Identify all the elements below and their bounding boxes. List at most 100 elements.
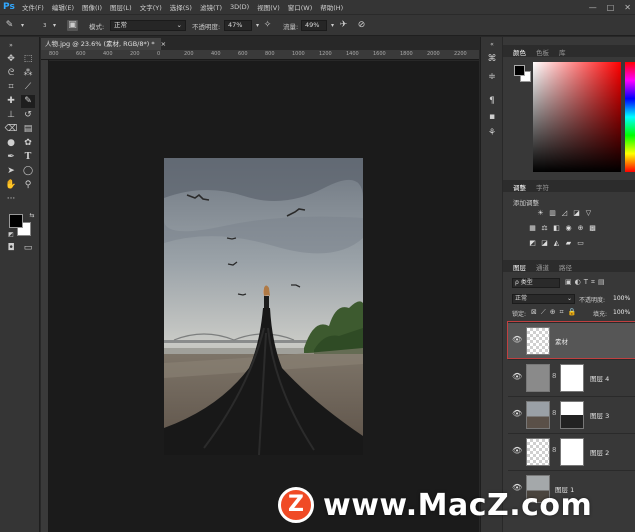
expand-panels-icon[interactable]: « [486,39,498,51]
dodge-tool-icon[interactable]: ✿ [21,137,35,150]
brush-panel-toggle-icon[interactable]: ▣ [67,20,78,31]
panel-foreground-swatch-front[interactable] [514,65,525,76]
layer-filter-icons[interactable]: ▣◐T⌗▤ [565,278,608,287]
maximize-button[interactable]: □ [607,3,615,12]
move-tool-icon[interactable]: ✥ [4,53,18,66]
menu-window[interactable]: 窗口(W) [284,2,317,12]
blend-mode-select[interactable]: 正常 ⌄ [512,294,575,304]
visibility-eye-icon[interactable]: 👁 [512,372,522,381]
color-lookup-icon[interactable]: ▩ [588,224,597,232]
opacity-field[interactable]: 47% [224,20,252,31]
levels-icon[interactable]: ▥ [548,209,557,217]
color-balance-icon[interactable]: ⚖ [540,224,549,232]
tab-channels[interactable]: 通道 [536,262,549,272]
layer-row[interactable]: 👁 8 图层 3 [508,396,635,432]
foreground-color-swatch-front[interactable] [9,214,23,228]
selective-color-icon[interactable]: ▰ [564,239,573,247]
properties-panel-icon[interactable]: ≑ [486,71,498,83]
minimize-button[interactable]: — [589,3,597,12]
gradient-tool-icon[interactable]: ▤ [21,123,35,136]
mode-select[interactable]: 正常 ⌄ [110,20,186,31]
menu-type[interactable]: 文字(Y) [136,2,166,12]
hue-saturation-icon[interactable]: ▦ [528,224,537,232]
fill-value[interactable]: 100% [613,309,630,316]
black-white-icon[interactable]: ◧ [552,224,561,232]
layer-filter-select[interactable]: ρ 类型 [512,278,560,288]
history-brush-tool-icon[interactable]: ↺ [21,109,35,122]
lasso-tool-icon[interactable]: ᘓ [4,67,18,80]
close-tab-icon[interactable]: × [161,40,166,48]
quick-selection-tool-icon[interactable]: ⁂ [21,67,35,80]
pen-tool-icon[interactable]: ✒ [4,151,18,164]
type-tool-icon[interactable]: T [21,151,35,164]
history-panel-icon[interactable]: ⌘ [486,53,498,65]
pressure-size-icon[interactable]: ⊘ [356,20,367,31]
brush-size-value[interactable]: 3 [43,23,47,29]
airbrush-icon[interactable]: ✈ [338,20,349,31]
eyedropper-tool-icon[interactable]: ⟋ [21,81,35,94]
brush-tool-icon[interactable]: ✎ [21,95,35,108]
blur-tool-icon[interactable]: ● [4,137,18,150]
vertical-ruler[interactable] [41,60,49,532]
lock-icons[interactable]: ⊠⟋⊕⌗🔒 [531,308,580,317]
menu-view[interactable]: 视图(V) [253,2,284,12]
visibility-eye-icon[interactable]: 👁 [512,335,522,344]
pressure-opacity-icon[interactable]: ✧ [262,20,273,31]
healing-brush-tool-icon[interactable]: ✚ [4,95,18,108]
visibility-eye-icon[interactable]: 👁 [512,409,522,418]
brush-tool-preset-icon[interactable]: ✎ [4,20,15,31]
menu-image[interactable]: 图像(I) [78,2,106,12]
visibility-eye-icon[interactable]: 👁 [512,446,522,455]
document-image[interactable] [164,158,363,455]
preset-dropdown-icon[interactable]: ▾ [17,20,28,31]
path-selection-tool-icon[interactable]: ➤ [4,165,18,178]
default-colors-icon[interactable]: ◩ [4,228,18,241]
ellipse-tool-icon[interactable]: ◯ [21,165,35,178]
invert-icon[interactable]: ◩ [528,239,537,247]
layer-row[interactable]: 👁 8 图层 2 [508,433,635,469]
paragraph-panel-icon[interactable]: ¶ [486,95,498,107]
tab-paths[interactable]: 路径 [559,262,572,272]
brush-size-dropdown-icon[interactable]: ▾ [49,20,60,31]
horizontal-ruler[interactable]: 800 600 400 200 0 200 400 600 800 1000 1… [41,50,479,60]
vibrance-icon[interactable]: ▽ [584,209,593,217]
tab-color[interactable]: 颜色 [513,47,526,57]
quick-mask-icon[interactable]: ◘ [4,242,18,255]
flow-field[interactable]: 49% [301,20,327,31]
tab-character[interactable]: 字符 [536,182,549,192]
more-tools-icon[interactable]: ··· [4,193,18,206]
curves-icon[interactable]: ◿ [560,209,569,217]
brush-presets-panel-icon[interactable]: ▪ [486,111,498,123]
posterize-icon[interactable]: ◪ [540,239,549,247]
zoom-tool-icon[interactable]: ⚲ [21,179,35,192]
layer-row[interactable]: 👁 8 图层 4 [508,359,635,395]
tab-layers[interactable]: 图层 [513,262,526,272]
menu-help[interactable]: 帮助(H) [316,2,347,12]
menu-layer[interactable]: 图层(L) [106,2,136,12]
brightness-contrast-icon[interactable]: ☀ [536,209,545,217]
layer-row[interactable]: 👁 素材 [507,321,635,359]
channel-mixer-icon[interactable]: ⊕ [576,224,585,232]
tab-swatches[interactable]: 色板 [536,47,549,57]
document-tab[interactable]: 人物.jpg @ 23.6% (素材, RGB/8*) * × [41,38,166,50]
tab-libraries[interactable]: 库 [559,47,566,57]
exposure-icon[interactable]: ◪ [572,209,581,217]
tab-adjustments[interactable]: 调整 [513,182,526,192]
menu-file[interactable]: 文件(F) [18,2,48,12]
threshold-icon[interactable]: ◭ [552,239,561,247]
eraser-tool-icon[interactable]: ⌫ [4,123,18,136]
swap-colors-icon[interactable]: ⇆ [25,209,39,222]
collapse-toolbar-icon[interactable]: » [4,39,18,52]
clone-stamp-tool-icon[interactable]: ⊥ [4,109,18,122]
clone-source-panel-icon[interactable]: ⚘ [486,127,498,139]
screen-mode-icon[interactable]: ▭ [21,242,35,255]
hand-tool-icon[interactable]: ✋ [4,179,18,192]
gradient-map-icon[interactable]: ▭ [576,239,585,247]
menu-filter[interactable]: 滤镜(T) [196,2,226,12]
hue-slider[interactable] [625,62,635,172]
menu-edit[interactable]: 编辑(E) [48,2,78,12]
close-window-button[interactable]: ✕ [624,3,631,12]
photo-filter-icon[interactable]: ◉ [564,224,573,232]
menu-select[interactable]: 选择(S) [166,2,196,12]
marquee-tool-icon[interactable]: ⬚ [21,53,35,66]
